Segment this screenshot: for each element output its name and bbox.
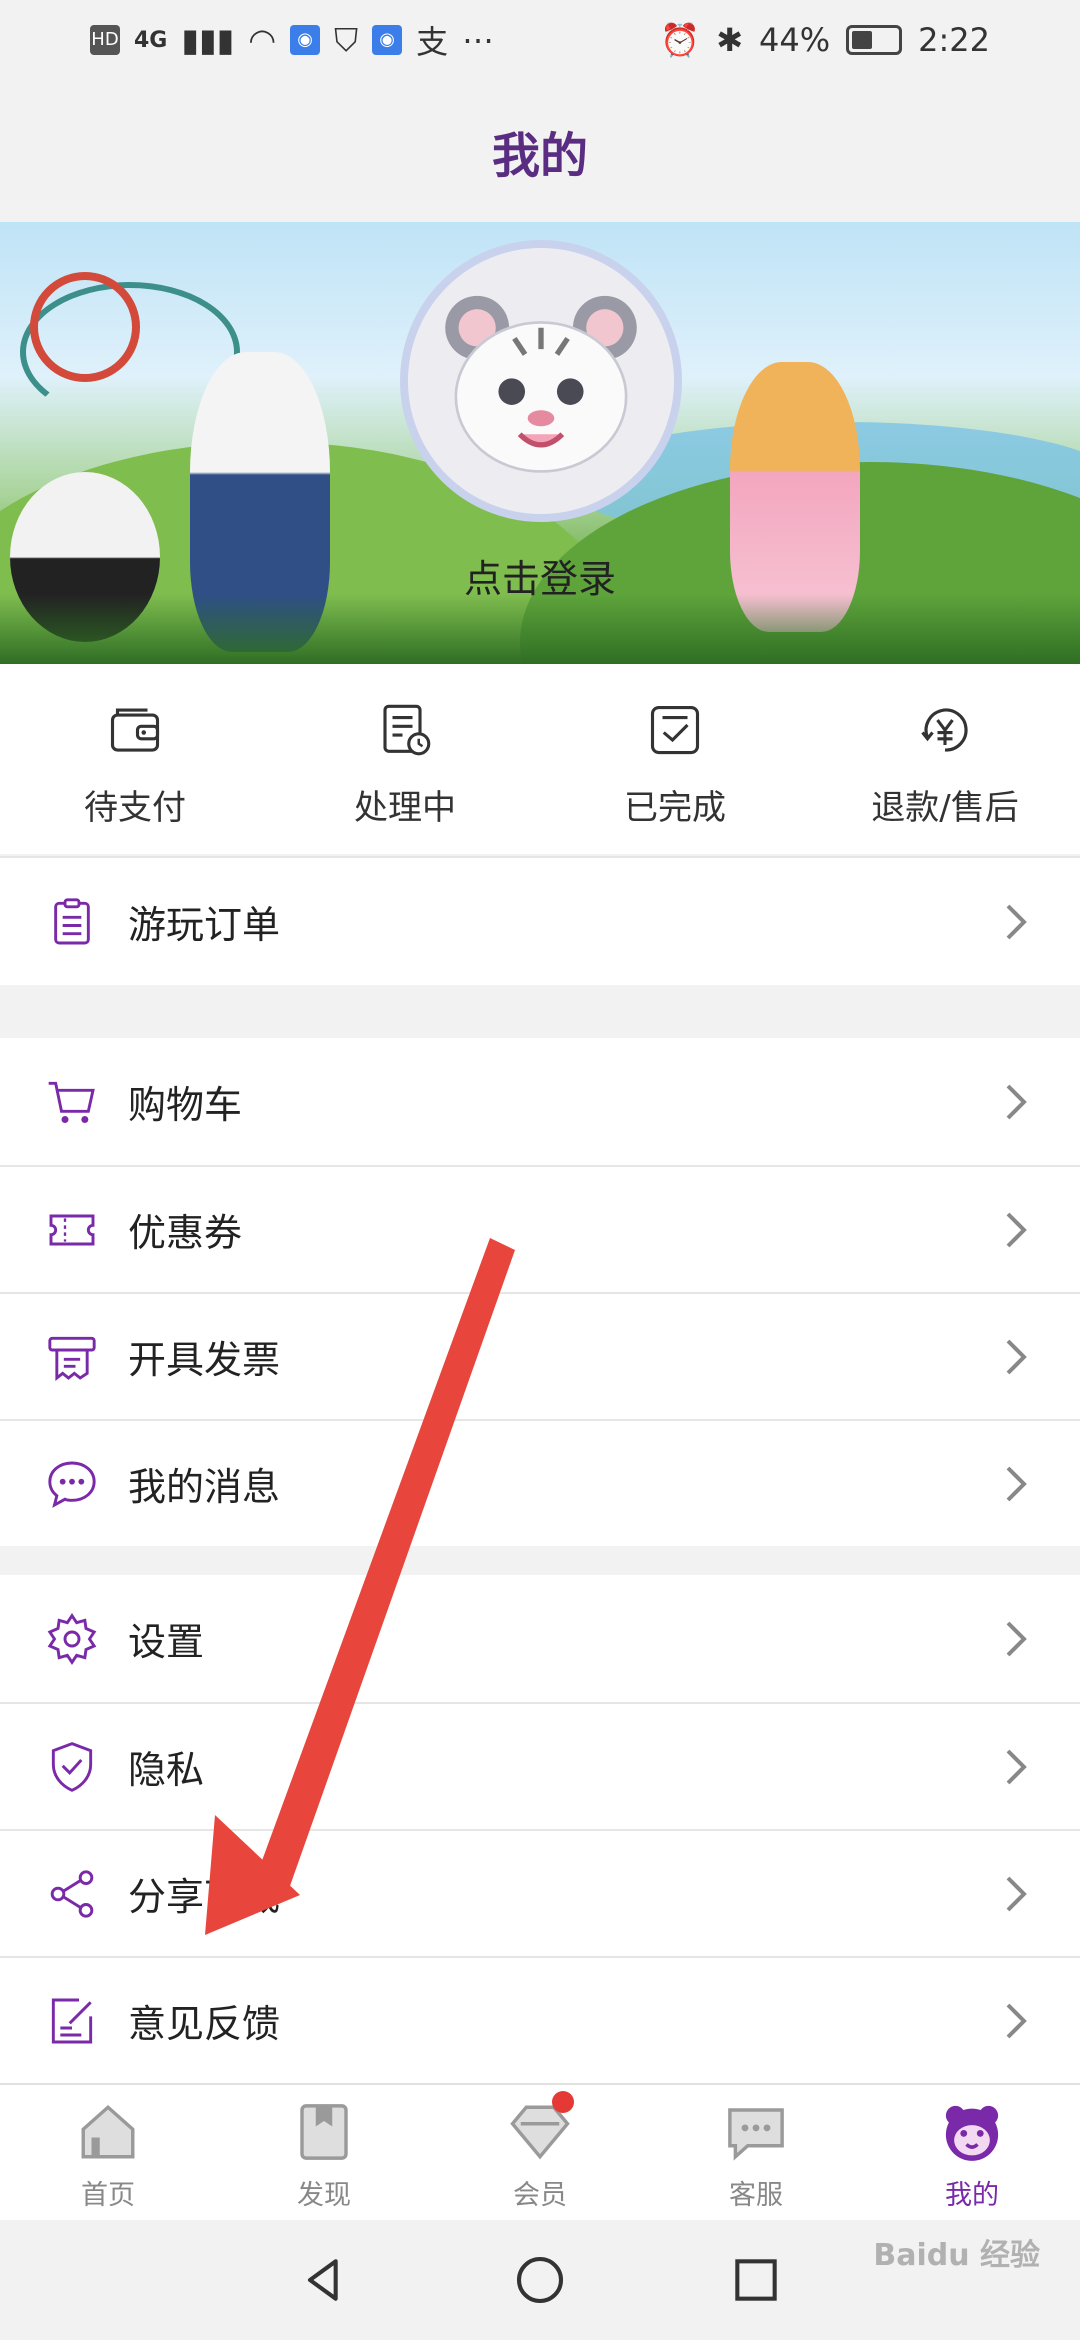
tiger-avatar-icon bbox=[408, 248, 674, 514]
tab-label: 客服 bbox=[729, 2180, 783, 2211]
more-dots-icon: ⋯ bbox=[462, 21, 495, 59]
wifi-icon: ◠ bbox=[248, 21, 277, 59]
banner-grass bbox=[0, 594, 1080, 664]
menu-group-orders: 游玩订单 bbox=[0, 856, 1080, 985]
wallet-icon bbox=[110, 708, 160, 752]
back-triangle-icon[interactable] bbox=[296, 2252, 352, 2308]
app-notification-icon: ◉ bbox=[290, 25, 321, 55]
order-processing[interactable]: 处理中 bbox=[270, 664, 540, 854]
status-left-icons: HD 4G ▮▮▮ ◠ ◉ ⛉ ◉ 支 ⋯ bbox=[90, 17, 494, 63]
checked-box-icon bbox=[650, 705, 700, 755]
menu-item-cart[interactable]: 购物车 bbox=[0, 1038, 1080, 1165]
share-icon bbox=[50, 1869, 94, 1918]
girl-tiger-mascot bbox=[730, 362, 860, 632]
tab-home[interactable]: 首页 bbox=[0, 2085, 216, 2220]
menu-item-share-download[interactable]: 分享下载 bbox=[0, 1829, 1080, 1956]
order-label: 已完成 bbox=[624, 788, 726, 828]
chevron-right-icon bbox=[1006, 1876, 1027, 1911]
status-bar: HD 4G ▮▮▮ ◠ ◉ ⛉ ◉ 支 ⋯ ⏰ ✱ 44% 2:22 bbox=[0, 0, 1080, 80]
home-circle-icon[interactable] bbox=[512, 2252, 568, 2308]
invoice-icon bbox=[48, 1336, 96, 1381]
tiger-face-icon bbox=[945, 2105, 999, 2161]
chevron-right-icon bbox=[1006, 1466, 1027, 1501]
menu-item-label: 游玩订单 bbox=[128, 903, 281, 947]
menu-item-settings[interactable]: 设置 bbox=[0, 1575, 1080, 1702]
order-refund[interactable]: 退款/售后 bbox=[810, 664, 1080, 854]
bottom-tab-bar: 首页 发现 会员 客服 我的 bbox=[0, 2083, 1080, 2220]
menu-item-messages[interactable]: 我的消息 bbox=[0, 1419, 1080, 1546]
order-pending-payment[interactable]: 待支付 bbox=[0, 664, 270, 854]
alarm-icon: ⏰ bbox=[660, 21, 701, 59]
app-notification-icon-2: ◉ bbox=[372, 25, 403, 55]
chevron-right-icon bbox=[1006, 904, 1027, 939]
menu-group-settings: 设置 隐私 分享下载 意见反馈 bbox=[0, 1575, 1080, 2083]
shield-icon bbox=[51, 1741, 93, 1792]
cart-icon bbox=[48, 1081, 95, 1123]
ferris-wheel-illustration bbox=[30, 272, 140, 382]
signal-icon: ▮▮▮ bbox=[181, 21, 235, 59]
network-type: 4G bbox=[134, 27, 168, 53]
menu-item-label: 我的消息 bbox=[128, 1465, 281, 1509]
page-title: 我的 bbox=[491, 128, 588, 184]
home-icon bbox=[81, 2104, 135, 2159]
battery-percent: 44% bbox=[759, 21, 831, 59]
order-label: 退款/售后 bbox=[871, 788, 1019, 828]
refund-yen-icon bbox=[921, 708, 968, 752]
tab-mine[interactable]: 我的 bbox=[864, 2085, 1080, 2220]
recents-square-icon[interactable] bbox=[728, 2252, 784, 2308]
notification-dot bbox=[552, 2091, 574, 2113]
chevron-right-icon bbox=[1006, 1339, 1027, 1374]
avatar[interactable] bbox=[400, 240, 682, 522]
login-link[interactable]: 点击登录 bbox=[340, 548, 740, 603]
tab-label: 我的 bbox=[945, 2180, 999, 2211]
clock-time: 2:22 bbox=[918, 21, 990, 59]
menu-item-label: 优惠券 bbox=[128, 1211, 243, 1255]
message-icon bbox=[48, 1461, 96, 1508]
feedback-icon bbox=[51, 1998, 93, 2043]
shield-status-icon: ⛉ bbox=[334, 20, 359, 59]
bookmark-icon bbox=[300, 2104, 348, 2160]
order-completed[interactable]: 已完成 bbox=[540, 664, 810, 854]
tab-label: 首页 bbox=[81, 2180, 135, 2211]
menu-item-label: 开具发票 bbox=[128, 1338, 281, 1382]
tab-membership[interactable]: 会员 bbox=[432, 2085, 648, 2220]
menu-item-invoice[interactable]: 开具发票 bbox=[0, 1292, 1080, 1419]
coupon-icon bbox=[49, 1214, 95, 1245]
chevron-right-icon bbox=[1006, 1084, 1027, 1119]
gear-icon bbox=[47, 1612, 97, 1665]
battery-icon bbox=[846, 25, 903, 55]
menu-item-label: 意见反馈 bbox=[128, 2002, 281, 2046]
order-label: 处理中 bbox=[354, 788, 456, 828]
clipboard-icon bbox=[54, 897, 90, 944]
baidu-watermark: Baidu 经验 bbox=[873, 2238, 1040, 2273]
menu-item-label: 购物车 bbox=[128, 1083, 243, 1127]
menu-item-privacy[interactable]: 隐私 bbox=[0, 1702, 1080, 1829]
tab-label: 会员 bbox=[513, 2180, 567, 2211]
chevron-right-icon bbox=[1006, 1212, 1027, 1247]
chevron-right-icon bbox=[1006, 1749, 1027, 1784]
tab-label: 发现 bbox=[297, 2180, 351, 2211]
menu-item-label: 分享下载 bbox=[128, 1875, 281, 1919]
chevron-right-icon bbox=[1006, 2003, 1027, 2038]
order-label: 待支付 bbox=[84, 788, 186, 828]
app-header: 我的 bbox=[0, 80, 1080, 222]
chevron-right-icon bbox=[1006, 1621, 1027, 1656]
alipay-icon: 支 bbox=[416, 23, 449, 61]
chat-icon bbox=[728, 2108, 784, 2161]
menu-item-coupons[interactable]: 优惠券 bbox=[0, 1165, 1080, 1292]
status-right-icons: ⏰ ✱ 44% 2:22 bbox=[660, 21, 990, 59]
menu-item-label: 隐私 bbox=[128, 1748, 205, 1792]
menu-group-shopping: 购物车 优惠券 开具发票 我的消息 bbox=[0, 1038, 1080, 1546]
tab-customer-service[interactable]: 客服 bbox=[648, 2085, 864, 2220]
menu-item-feedback[interactable]: 意见反馈 bbox=[0, 1956, 1080, 2083]
bluetooth-icon: ✱ bbox=[716, 21, 744, 59]
tab-discover[interactable]: 发现 bbox=[216, 2085, 432, 2220]
hd-badge: HD bbox=[90, 25, 120, 55]
menu-item-label: 设置 bbox=[128, 1620, 205, 1664]
document-clock-icon bbox=[383, 704, 431, 756]
menu-item-play-orders[interactable]: 游玩订单 bbox=[0, 858, 1080, 985]
orders-panel: 待支付 处理中 已完成 退款/售后 bbox=[0, 664, 1080, 854]
